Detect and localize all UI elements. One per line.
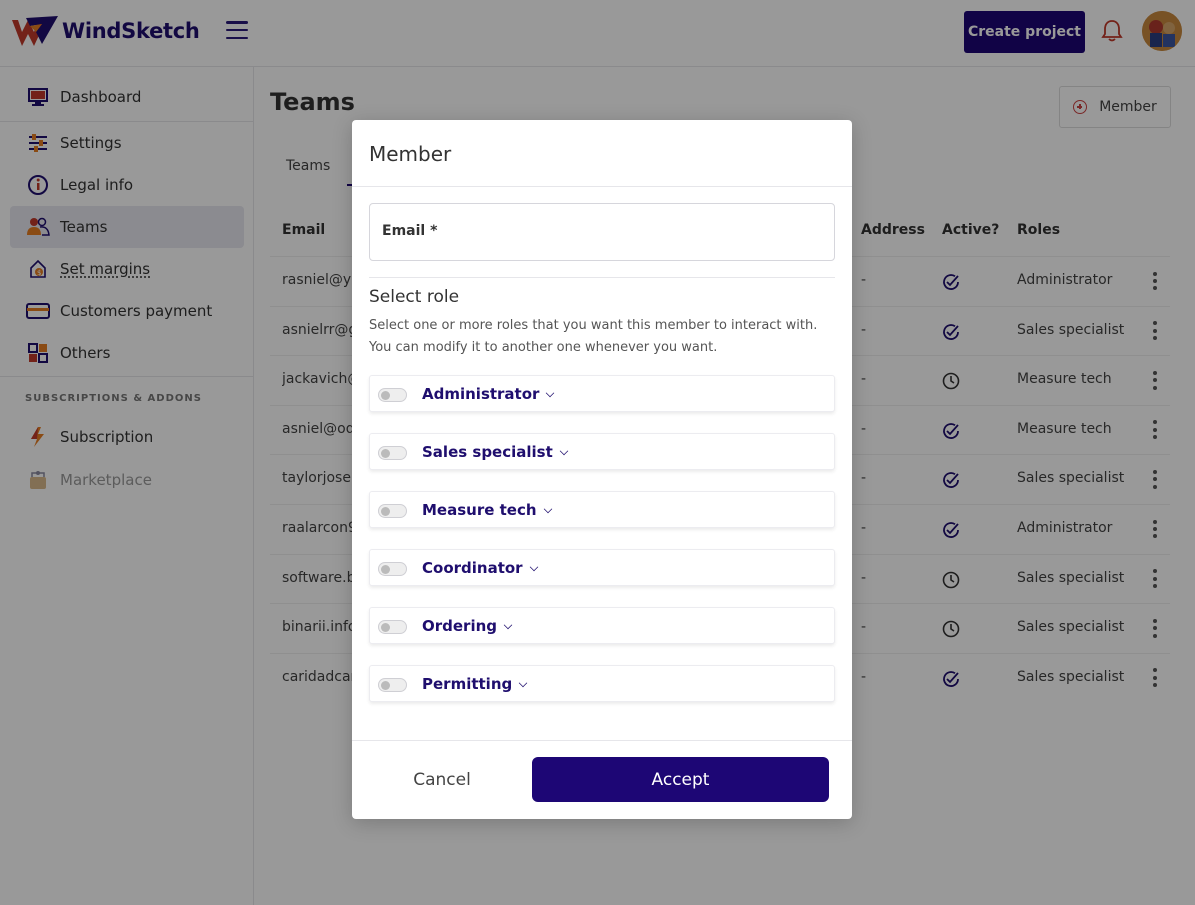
role-label: Ordering: [422, 617, 498, 635]
role-label: Measure tech: [422, 501, 537, 519]
role-label: Administrator: [422, 385, 540, 403]
role-item[interactable]: Permitting: [369, 665, 835, 702]
chevron-down-icon: [543, 504, 552, 513]
chevron-down-icon: [518, 678, 528, 687]
role-label: Permitting: [422, 675, 513, 693]
role-toggle[interactable]: [378, 446, 407, 460]
role-toggle[interactable]: [378, 562, 407, 576]
role-expander[interactable]: Sales specialist: [422, 443, 569, 461]
chevron-down-icon: [546, 388, 555, 397]
member-modal: Member Email * Select role Select one or…: [352, 120, 852, 819]
select-role-title: Select role: [369, 287, 460, 307]
cancel-button[interactable]: Cancel: [392, 757, 492, 802]
role-toggle[interactable]: [378, 504, 407, 518]
chevron-down-icon: [529, 562, 538, 571]
role-item[interactable]: Sales specialist: [369, 433, 835, 470]
modal-divider: [352, 186, 852, 187]
role-item[interactable]: Coordinator: [369, 549, 835, 586]
role-item[interactable]: Ordering: [369, 607, 835, 644]
select-role-description: Select one or more roles that you want t…: [369, 318, 818, 355]
role-item[interactable]: Measure tech: [369, 491, 835, 528]
email-input[interactable]: [382, 234, 822, 256]
role-expander[interactable]: Permitting: [422, 675, 528, 693]
role-expander[interactable]: Measure tech: [422, 501, 552, 519]
chevron-down-icon: [503, 620, 513, 629]
role-item[interactable]: Administrator: [369, 375, 835, 412]
role-toggle[interactable]: [378, 388, 407, 402]
accept-button[interactable]: Accept: [532, 757, 829, 802]
role-expander[interactable]: Ordering: [422, 617, 513, 635]
role-expander[interactable]: Administrator: [422, 385, 555, 403]
role-expander[interactable]: Coordinator: [422, 559, 538, 577]
role-label: Sales specialist: [422, 443, 553, 461]
modal-title: Member: [369, 142, 452, 166]
email-field[interactable]: Email *: [369, 203, 835, 261]
role-label: Coordinator: [422, 559, 523, 577]
modal-divider: [369, 277, 835, 278]
chevron-down-icon: [559, 446, 569, 455]
role-toggle[interactable]: [378, 678, 407, 692]
modal-divider: [352, 740, 852, 741]
role-toggle[interactable]: [378, 620, 407, 634]
